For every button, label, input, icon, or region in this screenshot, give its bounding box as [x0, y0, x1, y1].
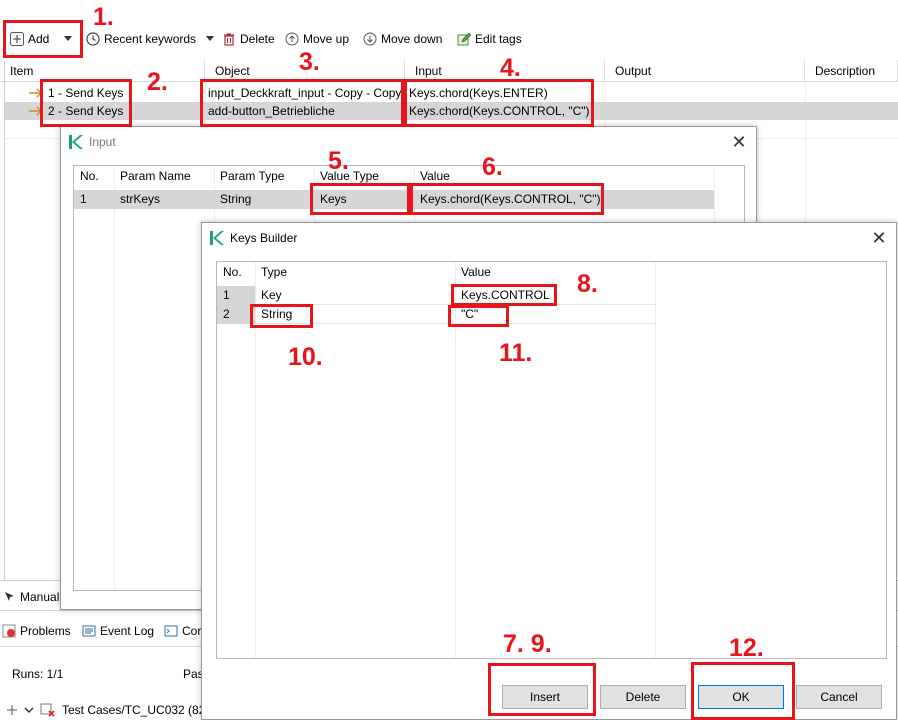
keys-grid: No. Type Value 1 Key Keys.CONTROL 2 Stri…: [216, 261, 887, 659]
annotation-8: 8.: [577, 270, 598, 298]
key-no: 1: [217, 286, 255, 305]
highlight-box-objects: [200, 79, 404, 127]
highlight-box-string-value: [448, 305, 509, 327]
highlight-box-insert: [488, 663, 596, 716]
annotation-2: 2.: [147, 68, 168, 96]
caret-down-icon: [206, 36, 214, 41]
close-icon[interactable]: ✕: [868, 227, 890, 249]
runs-count: Runs: 1/1: [12, 667, 64, 681]
column-header-type[interactable]: Type: [255, 262, 455, 282]
arrow-down-icon: [363, 32, 377, 46]
annotation-7-9: 7. 9.: [503, 630, 552, 658]
annotation-1: 1.: [93, 3, 114, 31]
annotation-12: 12.: [729, 634, 764, 662]
katalon-logo-icon: [69, 135, 83, 149]
delete-button[interactable]: Delete: [222, 30, 275, 48]
highlight-box-items: [40, 79, 132, 127]
move-down-button[interactable]: Move down: [363, 30, 442, 48]
console-tab[interactable]: Cor: [164, 624, 201, 638]
recent-keywords-label: Recent keywords: [104, 32, 197, 46]
move-up-button[interactable]: Move up: [285, 30, 349, 48]
test-tree-row[interactable]: Test Cases/TC_UC032 (82: [0, 700, 210, 720]
column-header-no[interactable]: No.: [74, 166, 114, 186]
column-header-description[interactable]: Description: [805, 60, 898, 82]
column-header-value[interactable]: Value: [455, 262, 655, 282]
clock-icon: [86, 32, 100, 46]
column-header-no[interactable]: No.: [217, 262, 255, 282]
annotation-5: 5.: [328, 147, 349, 175]
highlight-box-add: [3, 20, 83, 58]
console-tab-label: Cor: [182, 624, 202, 638]
move-down-label: Move down: [381, 32, 443, 46]
highlight-box-inputs: [404, 79, 594, 127]
recent-keywords-button[interactable]: Recent keywords: [86, 30, 196, 48]
arrow-up-icon: [285, 32, 299, 46]
katalon-logo-icon: [210, 231, 224, 245]
annotation-6: 6.: [482, 153, 503, 181]
manual-tab[interactable]: Manual: [4, 590, 59, 604]
trash-icon: [224, 33, 234, 46]
annotation-4: 4.: [500, 54, 521, 82]
toolbar: Add Recent keywords Delete Move up Move …: [0, 22, 898, 56]
test-tree-item-label: Test Cases/TC_UC032 (82: [62, 703, 206, 717]
close-icon[interactable]: ✕: [728, 131, 750, 153]
delete-label: Delete: [240, 32, 275, 46]
collapse-all-icon[interactable]: [6, 704, 18, 716]
highlight-box-string-type: [250, 304, 313, 328]
edit-tag-icon: [457, 32, 471, 46]
console-icon: [164, 625, 178, 637]
move-up-label: Move up: [303, 32, 350, 46]
keys-builder-title: Keys Builder: [230, 231, 298, 245]
highlight-box-key-value: [451, 284, 557, 306]
event-log-tab-label: Event Log: [100, 624, 155, 638]
keys-builder-titlebar: Keys Builder: [202, 223, 896, 253]
key-type[interactable]: Key: [255, 286, 282, 305]
edit-tags-button[interactable]: Edit tags: [457, 30, 522, 48]
chevron-down-icon[interactable]: [24, 706, 34, 714]
param-name: strKeys: [120, 192, 161, 206]
cursor-icon: [5, 592, 14, 601]
bottom-panel-tabs: Problems Event Log Cor: [0, 620, 210, 644]
column-header-output[interactable]: Output: [605, 60, 805, 82]
problems-icon: [2, 624, 16, 638]
input-dialog-title: Input: [89, 135, 116, 149]
recent-keywords-dropdown[interactable]: [206, 30, 214, 48]
test-case-failed-icon: [40, 703, 55, 717]
input-dialog-titlebar: Input: [61, 127, 756, 157]
highlight-box-value: [410, 183, 604, 215]
highlight-box-ok: [691, 662, 795, 720]
annotation-10: 10.: [288, 343, 323, 371]
problems-tab[interactable]: Problems: [2, 624, 71, 638]
cancel-button[interactable]: Cancel: [796, 685, 882, 709]
event-log-tab[interactable]: Event Log: [82, 624, 154, 638]
event-log-icon: [82, 625, 96, 637]
annotation-3: 3.: [299, 48, 320, 76]
column-header-param-type[interactable]: Param Type: [214, 166, 314, 186]
param-no: 1: [80, 192, 87, 206]
delete-button[interactable]: Delete: [600, 685, 686, 709]
column-header-param-name[interactable]: Param Name: [114, 166, 214, 186]
problems-tab-label: Problems: [20, 624, 71, 638]
highlight-box-value-type: [310, 183, 410, 215]
manual-tab-label: Manual: [20, 590, 60, 604]
param-type: String: [220, 192, 252, 206]
annotation-11: 11.: [499, 339, 533, 367]
edit-tags-label: Edit tags: [475, 32, 522, 46]
